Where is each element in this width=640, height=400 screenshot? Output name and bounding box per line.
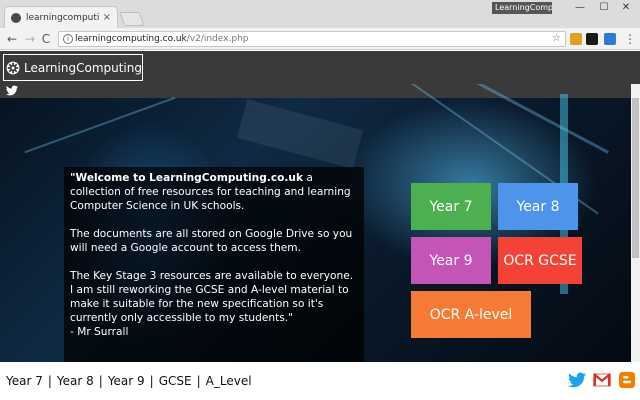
new-tab-button[interactable] [119,12,145,26]
footer-separator: | [98,374,103,388]
welcome-intro: "Welcome to LearningComputing.co.uk a co… [70,171,358,213]
gear-icon [6,61,20,74]
footer-separator: | [196,374,201,388]
footer-nav: Year 7 | Year 8 | Year 9 | GCSE | A_Level [6,374,252,388]
scrollbar-thumb[interactable] [632,98,639,258]
extension-icon[interactable] [570,33,582,45]
welcome-headline: Welcome to LearningComputing.co.uk [75,172,303,184]
tile-ocr-gcse[interactable]: OCR GCSE [498,237,582,284]
tile-year-7[interactable]: Year 7 [411,183,491,230]
browser-titlebar: learningcomputing.co.u × LearningComputi… [0,0,640,28]
blogger-icon[interactable] [618,372,636,388]
maximize-button[interactable]: ☐ [592,1,616,15]
welcome-message: "Welcome to LearningComputing.co.uk a co… [64,167,364,362]
tab-close-button[interactable]: × [103,12,111,23]
social-strip [0,84,631,98]
footer-separator: | [149,374,154,388]
page-scrollbar[interactable] [631,84,640,362]
window-close-button[interactable]: ✕ [614,1,638,15]
site-header: LearningComputing [0,51,640,84]
minimize-button[interactable]: — [568,1,592,15]
browser-toolbar: ← → C i learningcomputing.co.uk/v2/index… [0,28,640,50]
site-info-icon[interactable]: i [63,34,73,44]
brand-logo-link[interactable]: LearningComputing [3,54,143,81]
hero-banner: "Welcome to LearningComputing.co.uk a co… [0,84,631,362]
forward-button[interactable]: → [22,31,38,47]
site-favicon-icon [11,12,21,23]
url-path: /v2/index.php [186,34,249,44]
address-bar[interactable]: i learningcomputing.co.uk/v2/index.php ☆ [58,31,566,47]
footer-separator: | [47,374,52,388]
footer-link-year-9[interactable]: Year 9 [108,374,145,388]
tile-year-8[interactable]: Year 8 [498,183,578,230]
tile-year-9[interactable]: Year 9 [411,237,491,284]
tile-ocr-a-level[interactable]: OCR A-level [411,291,531,338]
footer-link-year-8[interactable]: Year 8 [57,374,94,388]
brand-name: LearningComputing [24,60,142,75]
welcome-access-note: The Key Stage 3 resources are available … [70,270,354,324]
gmail-icon[interactable] [593,372,611,388]
decor-streak [24,96,176,154]
browser-menu-button[interactable]: ⋮ [624,31,636,47]
site-footer: Year 7 | Year 8 | Year 9 | GCSE | A_Level [0,362,640,400]
bookmark-star-icon[interactable]: ☆ [552,32,561,46]
tab-title: learningcomputing.co.u [26,12,99,23]
reload-button[interactable]: C [38,31,54,47]
extension-icon[interactable] [604,33,616,45]
welcome-drive-note: The documents are all stored on Google D… [70,228,353,254]
profile-badge[interactable]: LearningComputi... [492,2,552,14]
welcome-signature: - Mr Surrall [70,326,129,338]
twitter-icon[interactable] [6,85,18,96]
footer-link-year-7[interactable]: Year 7 [6,374,43,388]
twitter-icon[interactable] [568,372,586,388]
url-host: learningcomputing.co.uk [75,34,187,44]
footer-link-gcse[interactable]: GCSE [159,374,192,388]
browser-tab[interactable]: learningcomputing.co.u × [4,6,118,28]
extension-icon[interactable] [586,33,598,45]
footer-link-a-level[interactable]: A_Level [206,374,252,388]
back-button[interactable]: ← [4,31,20,47]
decor-streak [236,99,364,169]
